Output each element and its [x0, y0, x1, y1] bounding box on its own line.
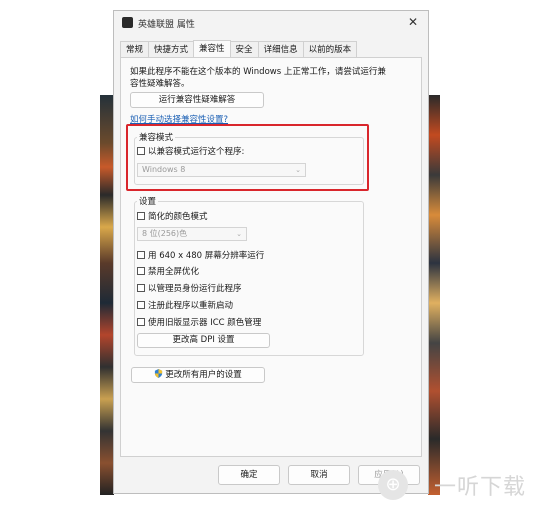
chevron-down-icon: ⌄ — [236, 230, 242, 238]
close-icon[interactable]: ✕ — [406, 15, 420, 29]
checkbox-icon[interactable] — [137, 318, 145, 326]
highlight-box — [126, 124, 369, 191]
tab-details[interactable]: 详细信息 — [257, 41, 304, 57]
run-as-admin-label: 以管理员身份运行此程序 — [148, 284, 242, 294]
color-depth-value: 8 位(256)色 — [142, 229, 188, 238]
checkbox-icon[interactable] — [137, 212, 145, 220]
color-depth-select[interactable]: 8 位(256)色 ⌄ — [137, 227, 247, 241]
change-all-users-label: 更改所有用户的设置 — [165, 370, 242, 380]
res-640-label: 用 640 x 480 屏幕分辨率运行 — [148, 251, 265, 261]
high-dpi-button[interactable]: 更改高 DPI 设置 — [137, 333, 270, 348]
troubleshoot-button[interactable]: 运行兼容性疑难解答 — [130, 92, 264, 108]
checkbox-icon[interactable] — [137, 284, 145, 292]
legacy-icc-label: 使用旧版显示器 ICC 颜色管理 — [148, 318, 262, 328]
reduced-color-label: 简化的颜色模式 — [148, 212, 208, 222]
checkbox-icon[interactable] — [137, 301, 145, 309]
tab-shortcut[interactable]: 快捷方式 — [148, 41, 195, 57]
checkbox-icon[interactable] — [137, 251, 145, 259]
watermark-logo: ⊕ — [378, 470, 408, 500]
tab-previous-versions[interactable]: 以前的版本 — [302, 41, 358, 57]
change-all-users-button[interactable]: 更改所有用户的设置 — [131, 367, 265, 383]
register-restart-checkbox[interactable]: 注册此程序以重新启动 — [137, 299, 233, 311]
legacy-icc-checkbox[interactable]: 使用旧版显示器 ICC 颜色管理 — [137, 316, 261, 328]
settings-title: 设置 — [137, 195, 159, 207]
title-bar: 英雄联盟 属性 ✕ — [114, 11, 428, 35]
cancel-button[interactable]: 取消 — [288, 465, 350, 485]
disable-fullscreen-label: 禁用全屏优化 — [148, 267, 200, 277]
tab-compatibility[interactable]: 兼容性 — [193, 40, 231, 58]
tab-bar: 常规 快捷方式 兼容性 安全 详细信息 以前的版本 — [120, 40, 358, 58]
intro-text: 如果此程序不能在这个版本的 Windows 上正常工作，请尝试运行兼容性疑难解答… — [130, 67, 386, 89]
run-as-admin-checkbox[interactable]: 以管理员身份运行此程序 — [137, 282, 242, 294]
reduced-color-checkbox[interactable]: 简化的颜色模式 — [137, 210, 208, 222]
shield-icon — [155, 369, 163, 378]
checkbox-icon[interactable] — [137, 267, 145, 275]
res-640-checkbox[interactable]: 用 640 x 480 屏幕分辨率运行 — [137, 249, 264, 261]
desktop-background-left — [100, 95, 114, 495]
app-icon — [122, 17, 133, 28]
window-title: 英雄联盟 属性 — [138, 20, 195, 30]
desktop-background-right — [428, 95, 440, 495]
disable-fullscreen-checkbox[interactable]: 禁用全屏优化 — [137, 265, 199, 277]
watermark-text: 一听下载 — [433, 475, 526, 500]
tab-general[interactable]: 常规 — [120, 41, 150, 57]
register-restart-label: 注册此程序以重新启动 — [148, 301, 234, 311]
ok-button[interactable]: 确定 — [218, 465, 280, 485]
tab-security[interactable]: 安全 — [229, 41, 259, 57]
